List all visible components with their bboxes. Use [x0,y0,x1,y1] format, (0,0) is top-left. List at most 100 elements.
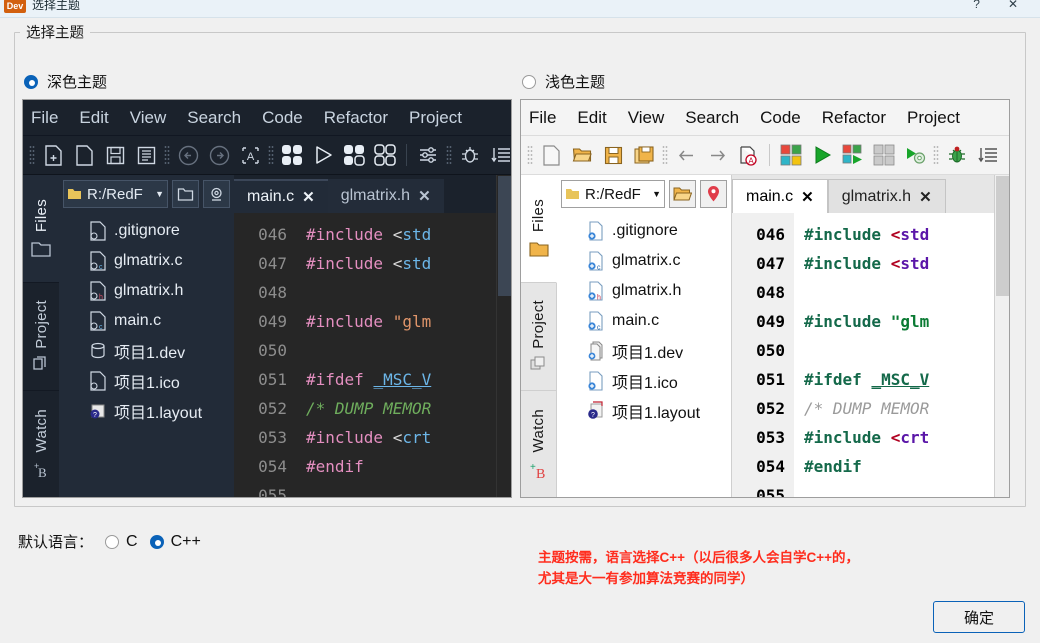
ok-button[interactable]: 确定 [933,601,1025,633]
compile-icon[interactable] [279,142,305,168]
locate-icon[interactable] [203,180,230,208]
menu-search[interactable]: Search [685,108,739,128]
menu-view[interactable]: View [628,108,665,128]
menu-edit[interactable]: Edit [577,108,606,128]
list-item[interactable]: ? 项目1.layout [59,396,234,426]
menu-project[interactable]: Project [907,108,960,128]
list-item[interactable]: c glmatrix.c [59,246,234,276]
new-file-icon[interactable] [538,142,564,168]
toolbar-grip[interactable] [164,145,170,165]
rebuild-icon[interactable] [871,142,897,168]
toolbar-grip[interactable] [29,145,35,165]
open-folder-icon[interactable] [669,180,696,208]
list-item[interactable]: c main.c [59,306,234,336]
toolbar-grip[interactable] [446,145,452,165]
menu-code[interactable]: Code [262,108,303,128]
menu-edit[interactable]: Edit [79,108,108,128]
menu-code[interactable]: Code [760,108,801,128]
light-theme-preview[interactable]: File Edit View Search Code Refactor Proj… [520,99,1010,498]
list-item[interactable]: 项目1.ico [557,366,731,396]
open-folder-icon[interactable] [172,180,199,208]
radio-lang-c[interactable]: C [105,533,138,551]
sidebar-item-files[interactable]: Files [521,175,557,283]
close-icon[interactable]: ✕ [919,188,932,206]
code-area-dark[interactable]: 046 047 048 049 050 051 052 053 054 055 … [234,213,496,498]
sidebar-item-project[interactable]: Project [521,283,557,391]
menu-refactor[interactable]: Refactor [324,108,388,128]
options-icon[interactable] [415,142,441,168]
back-icon[interactable] [175,142,201,168]
indent-icon[interactable] [488,142,512,168]
help-button[interactable]: ? [973,0,980,11]
toolbar-grip[interactable] [933,145,939,165]
sidebar-item-files[interactable]: Files [23,175,59,283]
debug-icon[interactable] [457,142,483,168]
tab-main-c[interactable]: main.c ✕ [234,179,328,213]
editor-scrollbar-light[interactable] [994,175,1009,498]
editor-scrollbar-dark[interactable] [496,175,511,498]
locate-icon[interactable] [700,180,727,208]
path-combo-light[interactable]: R:/RedF ▼ [561,180,665,208]
list-item[interactable]: 项目1.ico [59,366,234,396]
indent-icon[interactable] [975,142,1001,168]
find-icon[interactable]: A [237,142,263,168]
list-item[interactable]: c glmatrix.c [557,246,731,276]
radio-lang-cpp-indicator[interactable] [150,535,164,549]
path-combo-dark[interactable]: R:/RedF ▼ [63,180,168,208]
tab-glmatrix-h[interactable]: glmatrix.h ✕ [828,179,946,213]
close-icon[interactable]: ✕ [302,188,315,206]
find-icon[interactable]: A [735,142,761,168]
menu-search[interactable]: Search [187,108,241,128]
list-item[interactable]: 项目1.dev [59,336,234,366]
save-all-icon[interactable] [133,142,159,168]
list-item[interactable]: 项目1.dev [557,336,731,366]
radio-dark-theme[interactable]: 深色主题 [24,71,107,92]
back-icon[interactable] [673,142,699,168]
radio-lang-cpp[interactable]: C++ [150,533,201,551]
radio-dark-theme-indicator[interactable] [24,75,38,89]
options-icon[interactable] [902,142,928,168]
menu-file[interactable]: File [31,108,58,128]
forward-icon[interactable] [206,142,232,168]
menu-view[interactable]: View [130,108,167,128]
scrollbar-thumb[interactable] [996,176,1009,296]
run-icon[interactable] [809,142,835,168]
list-item[interactable]: c main.c [557,306,731,336]
radio-light-theme-indicator[interactable] [522,75,536,89]
sidebar-item-watch[interactable]: Watch +B [521,391,557,498]
menu-file[interactable]: File [529,108,556,128]
chevron-down-icon[interactable]: ▼ [155,189,164,199]
run-icon[interactable] [310,142,336,168]
sidebar-item-watch[interactable]: Watch +B [23,391,59,498]
toolbar-grip[interactable] [527,145,533,165]
code-area-light[interactable]: 046 047 048 049 050 051 052 053 054 055 … [732,213,994,498]
menu-refactor[interactable]: Refactor [822,108,886,128]
list-item[interactable]: ? 项目1.layout [557,396,731,426]
list-item[interactable]: h glmatrix.h [59,276,234,306]
tab-main-c[interactable]: main.c ✕ [732,179,828,213]
close-button[interactable]: ✕ [1008,0,1018,11]
sidebar-item-project[interactable]: Project [23,283,59,391]
open-file-icon[interactable] [569,142,595,168]
list-item[interactable]: h glmatrix.h [557,276,731,306]
rebuild-icon[interactable] [372,142,398,168]
tab-glmatrix-h[interactable]: glmatrix.h ✕ [328,179,444,213]
menu-project[interactable]: Project [409,108,462,128]
open-file-icon[interactable] [71,142,97,168]
list-item[interactable]: .gitignore [59,216,234,246]
radio-light-theme[interactable]: 浅色主题 [522,71,605,92]
compile-run-icon[interactable] [341,142,367,168]
scrollbar-thumb[interactable] [498,176,511,296]
save-icon[interactable] [102,142,128,168]
new-file-icon[interactable] [40,142,66,168]
close-icon[interactable]: ✕ [418,187,431,205]
save-all-icon[interactable] [631,142,657,168]
dark-theme-preview[interactable]: File Edit View Search Code Refactor Proj… [22,99,512,498]
toolbar-grip[interactable] [268,145,274,165]
compile-run-icon[interactable] [840,142,866,168]
list-item[interactable]: .gitignore [557,216,731,246]
radio-lang-c-indicator[interactable] [105,535,119,549]
toolbar-grip[interactable] [662,145,668,165]
debug-icon[interactable] [944,142,970,168]
save-icon[interactable] [600,142,626,168]
